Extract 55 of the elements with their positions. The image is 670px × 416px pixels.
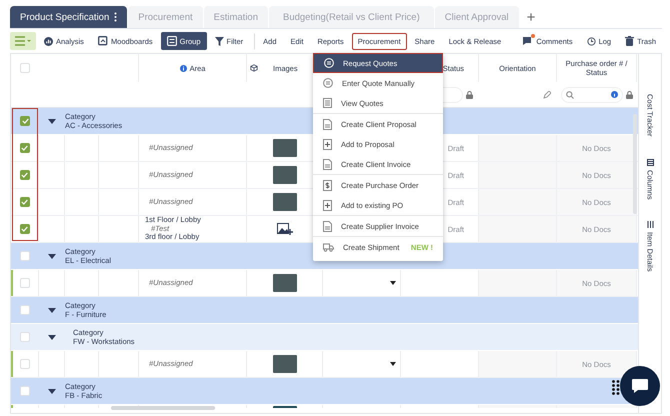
add-image-icon[interactable] bbox=[276, 222, 292, 236]
caret-icon[interactable] bbox=[48, 388, 56, 394]
caret-icon[interactable] bbox=[48, 254, 56, 258]
document-icon bbox=[323, 118, 332, 130]
dropdown-field[interactable] bbox=[390, 362, 396, 366]
list-icon bbox=[323, 98, 332, 108]
filter-icon bbox=[214, 36, 224, 46]
photo-placeholder bbox=[272, 193, 296, 211]
board-icon bbox=[98, 36, 108, 46]
tab[interactable]: Product Specification bbox=[10, 6, 128, 28]
document-icon bbox=[323, 220, 332, 232]
lock-icon bbox=[626, 90, 632, 98]
photo-placeholder bbox=[272, 139, 296, 157]
checkbox[interactable] bbox=[20, 170, 30, 180]
checkbox[interactable] bbox=[20, 143, 30, 153]
history-icon bbox=[586, 36, 596, 46]
search-icon bbox=[566, 90, 574, 98]
pencil-icon[interactable] bbox=[543, 90, 551, 98]
checkbox[interactable] bbox=[20, 224, 30, 234]
add-tab-button[interactable]: + bbox=[520, 6, 542, 28]
caret-icon[interactable] bbox=[48, 118, 56, 124]
list-icon bbox=[166, 36, 177, 46]
add-document-icon bbox=[323, 138, 332, 150]
columns-icon bbox=[646, 158, 654, 166]
caret-icon[interactable] bbox=[48, 334, 56, 340]
truck-icon bbox=[323, 242, 334, 252]
scrollbar-thumb[interactable] bbox=[111, 406, 215, 410]
caret-icon[interactable] bbox=[48, 308, 56, 312]
list-icon bbox=[646, 221, 654, 228]
menu-icon bbox=[15, 36, 31, 46]
quote-icon bbox=[324, 58, 334, 68]
photo-placeholder bbox=[272, 166, 296, 184]
quote-icon bbox=[323, 78, 333, 88]
menu-button[interactable] bbox=[10, 32, 36, 50]
lock-icon bbox=[466, 90, 472, 98]
checkbox[interactable] bbox=[20, 197, 30, 207]
drag-handle-icon[interactable] bbox=[612, 380, 620, 396]
invoice-icon bbox=[323, 180, 332, 190]
comments-icon bbox=[522, 36, 534, 46]
trash-icon bbox=[625, 36, 634, 46]
info-icon bbox=[180, 64, 187, 72]
dropdown-field[interactable] bbox=[390, 281, 396, 285]
checkbox[interactable] bbox=[20, 116, 30, 126]
kebab-icon[interactable] bbox=[114, 12, 118, 22]
info-icon bbox=[610, 91, 618, 98]
add-document-icon bbox=[323, 200, 332, 210]
chart-icon bbox=[44, 36, 53, 46]
chat-button[interactable] bbox=[620, 366, 660, 406]
photo-placeholder bbox=[272, 355, 296, 373]
chat-icon bbox=[631, 378, 649, 394]
search-field[interactable] bbox=[562, 88, 622, 102]
cube-icon bbox=[250, 64, 258, 72]
photo-placeholder bbox=[272, 274, 296, 292]
document-icon bbox=[323, 158, 332, 170]
select-all-checkbox[interactable] bbox=[20, 63, 30, 73]
